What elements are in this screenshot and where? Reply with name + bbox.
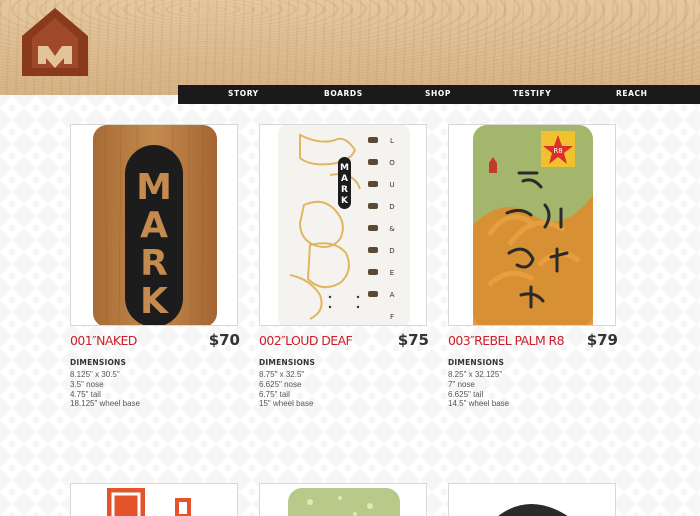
product-title: LOUD DEAF	[285, 333, 353, 348]
spec-size: 8.75" x 32.5"	[259, 370, 305, 379]
product-card-loud-deaf[interactable]: MA RK LOU D & D EAF 002″LOUD DEAF $75 DIME…	[259, 124, 429, 409]
spec-wheelbase: 14.5" wheel base	[448, 399, 510, 409]
svg-text:U: U	[389, 181, 394, 189]
product-card-next-2[interactable]	[259, 483, 427, 516]
product-name[interactable]: 001″NAKED	[70, 333, 137, 348]
product-card-next-3[interactable]	[448, 483, 616, 516]
svg-text:F: F	[390, 313, 394, 321]
product-card-naked[interactable]: MA RK 001″NAKED $70 DIMENSIONS 8.125" x …	[70, 124, 240, 409]
svg-text:L: L	[390, 137, 394, 145]
product-card-next-1[interactable]	[70, 483, 238, 516]
svg-text:K: K	[341, 196, 349, 206]
nav-reach[interactable]: REACH	[616, 89, 647, 98]
product-card-rebel-palm[interactable]: R8 003″REBEL PALM R8 $79 DIMENSIONS 8.25…	[448, 124, 618, 409]
svg-text:M: M	[340, 163, 349, 173]
main-nav: STORY BOARDS SHOP TESTIFY REACH	[178, 85, 700, 104]
nav-shop[interactable]: SHOP	[425, 89, 451, 98]
spec-nose: 7" nose	[448, 379, 475, 389]
spec-size: 8.125" x 30.5"	[70, 370, 120, 379]
wood-header	[0, 0, 700, 95]
board-image-frame[interactable]: MA RK LOU D & D EAF	[259, 124, 427, 326]
spec-wheelbase: 15" wheel base	[259, 399, 314, 409]
product-price: $70	[208, 331, 240, 349]
product-title: REBEL PALM R8	[474, 333, 564, 348]
spec-nose: 3.5" nose	[70, 379, 104, 389]
nav-story[interactable]: STORY	[228, 89, 259, 98]
loud-deaf-deck-image: MA RK LOU D&D EAF	[278, 125, 410, 325]
svg-text:R: R	[140, 243, 168, 284]
dimensions-heading: DIMENSIONS	[448, 358, 505, 367]
product-number: 002	[259, 333, 282, 348]
svg-text:A: A	[390, 291, 395, 299]
dimensions-heading: DIMENSIONS	[259, 358, 316, 367]
spec-list: 8.75" x 32.5" 6.625" nose 6.75" tail 15"…	[259, 370, 429, 409]
deck-thumbnail	[107, 488, 191, 516]
product-number: 001	[70, 333, 93, 348]
naked-deck-image: MA RK	[93, 125, 217, 325]
product-title: NAKED	[96, 333, 137, 348]
svg-text:D: D	[389, 247, 394, 255]
product-number: 003	[448, 333, 471, 348]
product-price: $75	[397, 331, 429, 349]
svg-text:O: O	[389, 159, 395, 167]
rebel-palm-deck-image: R8	[473, 125, 593, 325]
svg-text:R: R	[341, 185, 348, 195]
dimensions-heading: DIMENSIONS	[70, 358, 127, 367]
spec-tail: 6.625" tail	[448, 389, 484, 399]
spec-list: 8.125" x 30.5" 3.5" nose 4.75" tail 18.1…	[70, 370, 240, 409]
deck-thumbnail	[498, 504, 568, 516]
spec-tail: 6.75" tail	[259, 389, 290, 399]
svg-text:A: A	[140, 205, 168, 246]
spec-size: 8.25" x 32.125"	[448, 370, 503, 379]
board-image-frame[interactable]: MA RK	[70, 124, 238, 326]
svg-text:M: M	[136, 167, 172, 208]
spec-nose: 6.625" nose	[259, 379, 302, 389]
nav-boards[interactable]: BOARDS	[324, 89, 363, 98]
product-price: $79	[586, 331, 618, 349]
spec-list: 8.25" x 32.125" 7" nose 6.625" tail 14.5…	[448, 370, 618, 409]
spec-wheelbase: 18.125" wheel base	[70, 399, 141, 409]
mark-logo-icon[interactable]	[20, 6, 90, 78]
svg-text:&: &	[389, 225, 395, 233]
r8-badge: R8	[553, 147, 562, 155]
board-image-frame[interactable]: R8	[448, 124, 616, 326]
spec-tail: 4.75" tail	[70, 389, 101, 399]
svg-text:E: E	[390, 269, 394, 277]
svg-text:A: A	[341, 174, 348, 184]
product-name[interactable]: 003″REBEL PALM R8	[448, 333, 565, 348]
svg-text:D: D	[389, 203, 394, 211]
svg-text:K: K	[140, 281, 169, 322]
product-name[interactable]: 002″LOUD DEAF	[259, 333, 353, 348]
deck-thumbnail	[288, 488, 400, 516]
nav-testify[interactable]: TESTIFY	[513, 89, 551, 98]
